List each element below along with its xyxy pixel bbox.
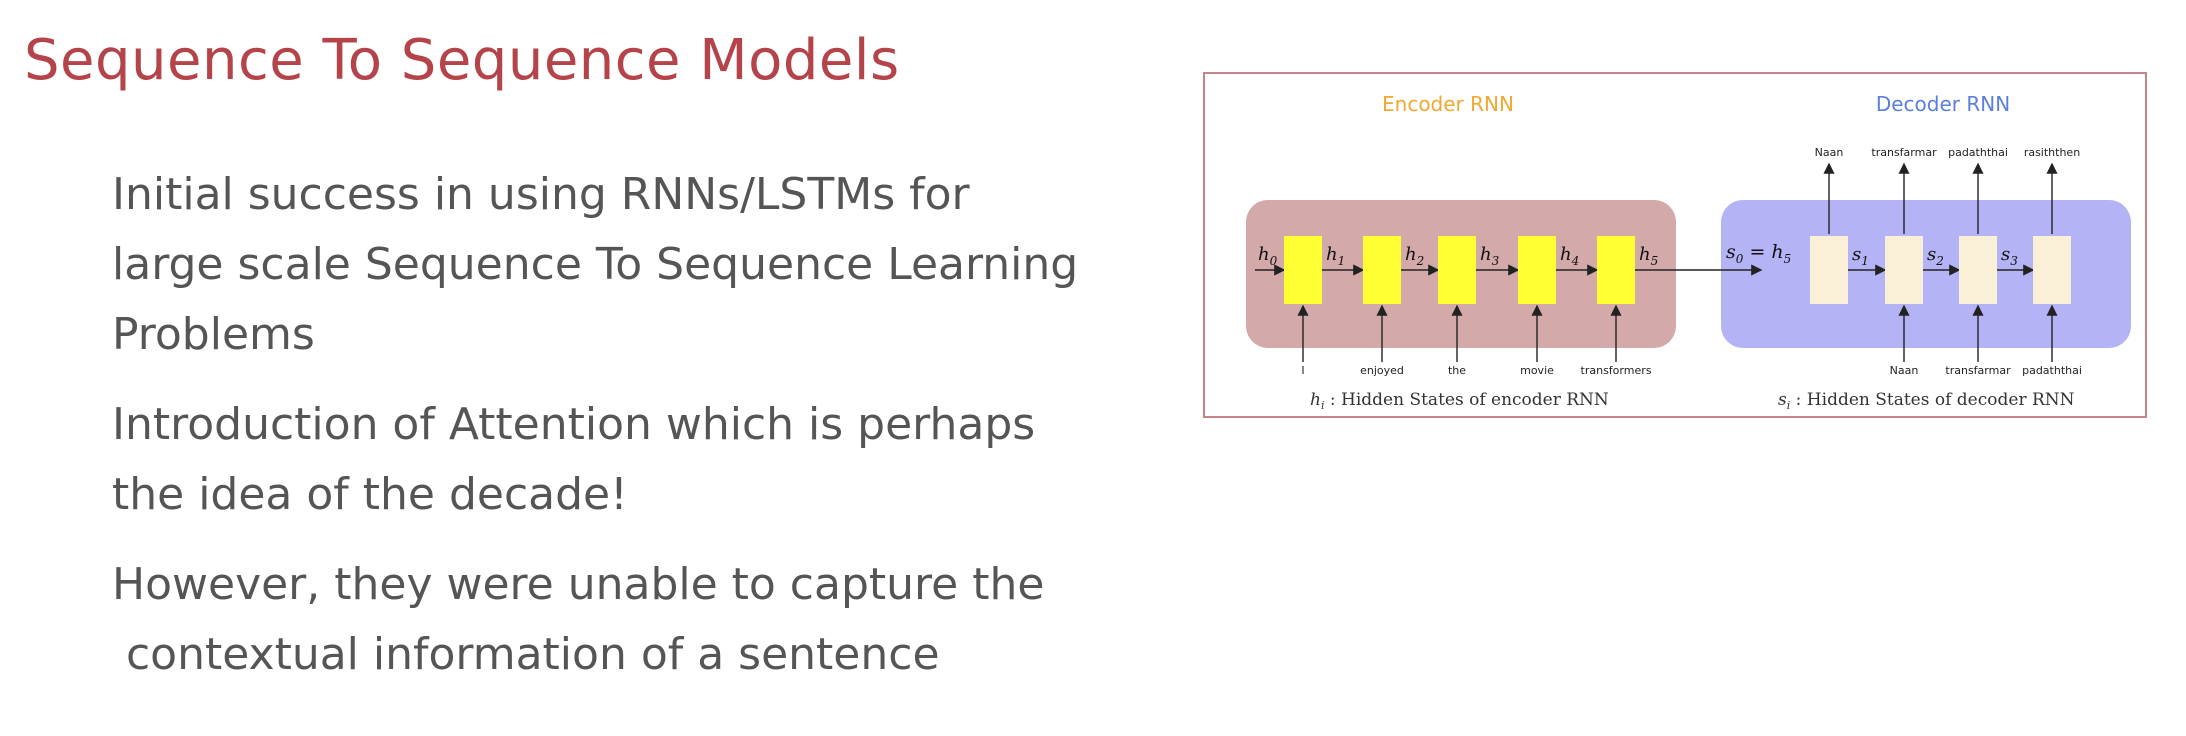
bullet-item: However, they were unable to capture the… bbox=[112, 550, 1122, 690]
bullet-line: Introduction of Attention which is perha… bbox=[112, 399, 1036, 450]
encoder-title: Encoder RNN bbox=[1382, 92, 1514, 116]
bullet-line: However, they were unable to capture the bbox=[112, 559, 1045, 610]
diagram-canvas: Encoder RNN Decoder RNN h0Ih1enjoyedh2th… bbox=[1246, 92, 2131, 412]
encoder-cell bbox=[1597, 236, 1635, 304]
output-word: Naan bbox=[1815, 146, 1844, 159]
bullet-line: contextual information of a sentence bbox=[112, 629, 940, 680]
bullet-line: Problems bbox=[112, 309, 315, 360]
encoder-cell bbox=[1363, 236, 1401, 304]
output-word: padaththai bbox=[1948, 146, 2008, 159]
input-word: Naan bbox=[1890, 364, 1919, 377]
input-word: I bbox=[1301, 364, 1304, 377]
bullet-list: Initial success in using RNNs/LSTMs for … bbox=[112, 160, 1122, 710]
bullet-line: large scale Sequence To Sequence Learnin… bbox=[112, 239, 1079, 290]
decoder-cell bbox=[1885, 236, 1923, 304]
input-word: transfarmar bbox=[1945, 364, 2011, 377]
input-word: transformers bbox=[1581, 364, 1652, 377]
seq2seq-diagram: Encoder RNN Decoder RNN h0 Ih1 enjoyed h2 th… bbox=[1203, 72, 2147, 418]
encoder-caption: hi : Hidden States of encoder RNN bbox=[1310, 390, 1609, 412]
bullet-line: Initial success in using RNNs/LSTMs for bbox=[112, 169, 970, 220]
input-word: the bbox=[1448, 364, 1466, 377]
bullet-item: Initial success in using RNNs/LSTMs for … bbox=[112, 160, 1122, 370]
decoder-caption: si : Hidden States of decoder RNN bbox=[1778, 390, 2075, 412]
input-word: enjoyed bbox=[1360, 364, 1404, 377]
output-word: transfarmar bbox=[1871, 146, 1937, 159]
input-word: movie bbox=[1520, 364, 1554, 377]
decoder-title: Decoder RNN bbox=[1876, 92, 2010, 116]
decoder-cell bbox=[2033, 236, 2071, 304]
encoder-cell bbox=[1438, 236, 1476, 304]
bullet-line: the idea of the decade! bbox=[112, 469, 628, 520]
encoder-cell bbox=[1518, 236, 1556, 304]
encoder-cell bbox=[1284, 236, 1322, 304]
output-word: rasiththen bbox=[2024, 146, 2080, 159]
slide-title: Sequence To Sequence Models bbox=[24, 28, 900, 93]
decoder-cell bbox=[1959, 236, 1997, 304]
input-word: padaththai bbox=[2022, 364, 2082, 377]
bullet-item: Introduction of Attention which is perha… bbox=[112, 390, 1122, 530]
decoder-cell bbox=[1810, 236, 1848, 304]
